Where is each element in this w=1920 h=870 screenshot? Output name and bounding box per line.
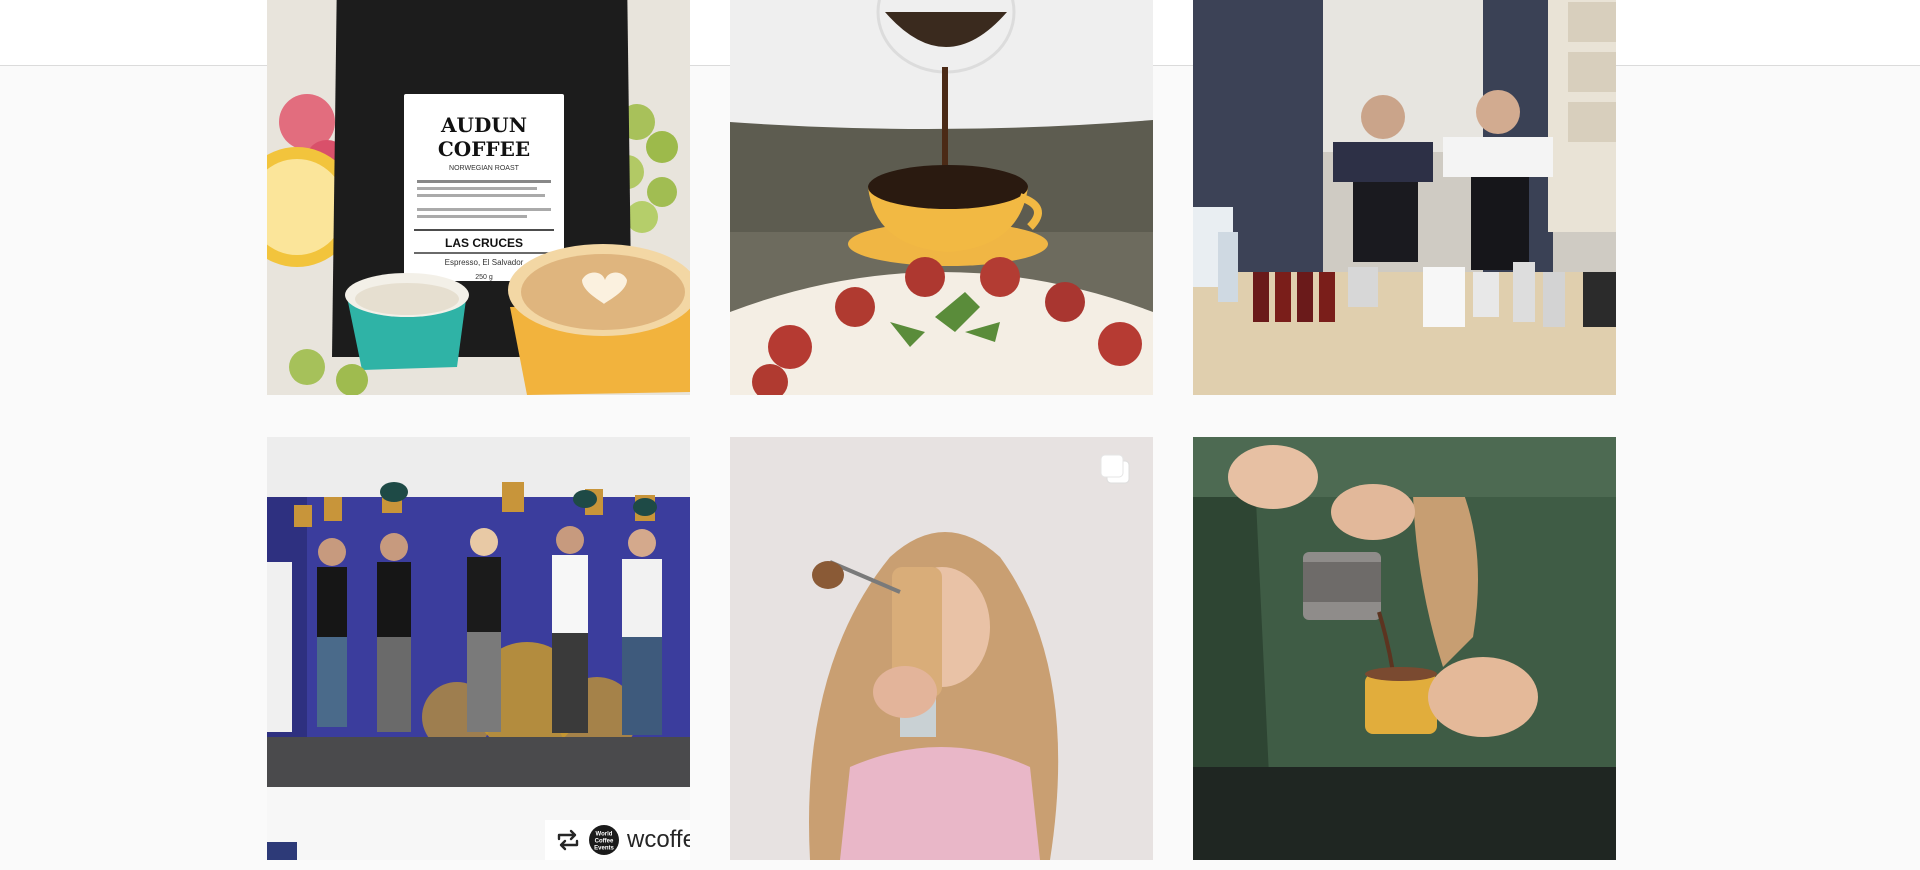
repost-username: wcoffe (627, 826, 690, 853)
avatar-line-3: Events (594, 846, 614, 852)
bag-origin: LAS CRUCES (445, 236, 523, 250)
post-image (1193, 0, 1616, 395)
bag-tagline: NORWEGIAN ROAST (449, 165, 520, 172)
bag-weight: 250 g (475, 274, 493, 281)
post-image: AUDUN COFFEE NORWEGIAN ROAST LAS CRUCES … (267, 0, 690, 395)
post-image (730, 0, 1153, 395)
bag-brand-line2: COFFEE (438, 137, 530, 161)
post-baristas-event[interactable] (1193, 0, 1616, 395)
repost-icon (555, 829, 581, 851)
post-trophy-winners[interactable]: World Coffee Events wcoffe (267, 437, 690, 860)
bag-brand-line1: AUDUN (440, 113, 527, 137)
post-coffee-pour-cake[interactable] (730, 0, 1153, 395)
carousel-icon (1097, 451, 1133, 487)
post-image (267, 437, 690, 860)
avatar-line-2: Coffee (595, 839, 614, 845)
post-milk-pour[interactable] (1193, 437, 1616, 860)
bag-region: Espresso, El Salvador (445, 258, 524, 267)
post-woman-grinder[interactable] (730, 437, 1153, 860)
repost-attribution[interactable]: World Coffee Events wcoffe (545, 820, 690, 860)
post-audun-coffee[interactable]: AUDUN COFFEE NORWEGIAN ROAST LAS CRUCES … (267, 0, 690, 395)
avatar: World Coffee Events (589, 825, 619, 855)
post-image (730, 437, 1153, 860)
avatar-line-1: World (596, 832, 613, 838)
post-image (1193, 437, 1616, 860)
